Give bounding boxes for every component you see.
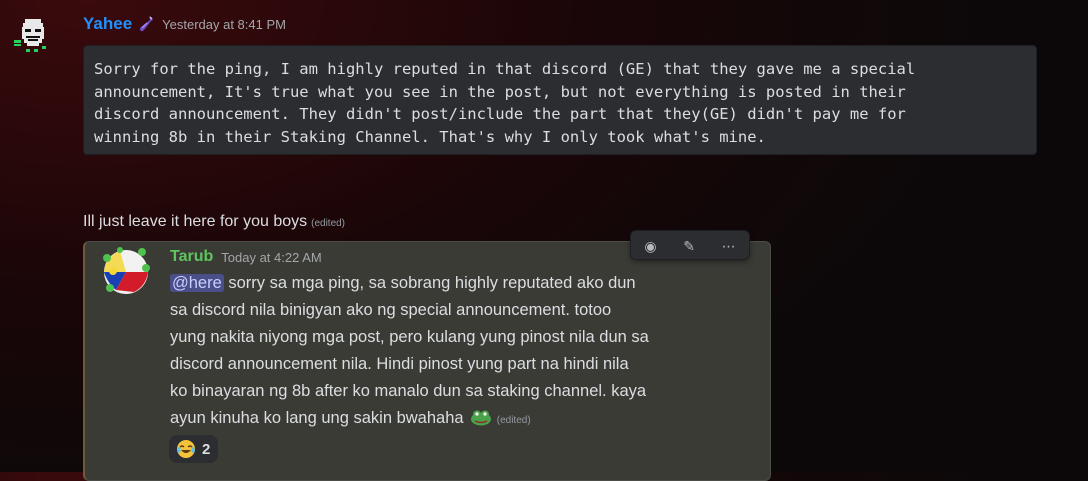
reaction-count: 2 [202, 440, 211, 458]
joy-emoji-icon [177, 440, 195, 458]
code-block: Sorry for the ping, I am highly reputed … [83, 45, 1037, 155]
code-line: announcement, It's true what you see in … [94, 82, 906, 101]
pepe-frog-icon [471, 410, 492, 426]
message-header: Yahee Yesterday at 8:41 PM [83, 12, 286, 36]
embed-line: discord announcement nila. Hindi pinost … [170, 355, 629, 373]
mention-here: @here [170, 274, 224, 292]
edited-label: (edited) [311, 218, 346, 229]
embed-timestamp: Today at 4:22 AM [221, 249, 322, 265]
potion-icon[interactable] [138, 15, 156, 33]
username[interactable]: Yahee [83, 14, 132, 34]
embed-line-text: ayun kinuha ko lang ung sakin bwahaha [170, 409, 464, 427]
code-line: winning 8b in their Staking Channel. Tha… [94, 127, 766, 146]
embed-line: ko binayaran ng 8b after ko manalo dun s… [170, 382, 647, 400]
message-hover-toolbar: ◉ ✎ ⋯ [630, 230, 750, 260]
message-text: Ill just leave it here for you boys [83, 213, 308, 230]
embed-message-header: Tarub Today at 4:22 AM [170, 246, 322, 268]
embed-line: yung nakita niyong mga post, pero kulang… [170, 328, 649, 346]
timestamp[interactable]: Yesterday at 8:41 PM [162, 17, 286, 32]
avatar-yahee[interactable] [12, 14, 54, 56]
reaction-button[interactable]: 2 [169, 435, 219, 463]
embed-line: sa discord nila binigyan ako ng special … [170, 301, 612, 319]
embed-edited-label: (edited) [496, 415, 531, 426]
avatar-tarub[interactable] [98, 244, 154, 300]
code-line: Sorry for the ping, I am highly reputed … [94, 60, 916, 78]
embed-line: ayun kinuha ko lang ung sakin bwahaha (e… [170, 405, 730, 434]
embed-username: Tarub [170, 248, 214, 265]
code-line: discord announcement. They didn't post/i… [94, 105, 906, 123]
embed-message-text: @here sorry sa mga ping, sa sobrang high… [170, 270, 730, 434]
embed-line-text: sorry sa mga ping, sa sobrang highly rep… [223, 274, 636, 292]
message-content: Ill just leave it here for you boys (edi… [83, 213, 345, 231]
more-icon[interactable]: ⋯ [722, 239, 736, 253]
embed-line: @here sorry sa mga ping, sa sobrang high… [170, 270, 730, 297]
add-reaction-icon[interactable]: ◉ [644, 239, 656, 253]
edit-icon[interactable]: ✎ [683, 239, 695, 253]
